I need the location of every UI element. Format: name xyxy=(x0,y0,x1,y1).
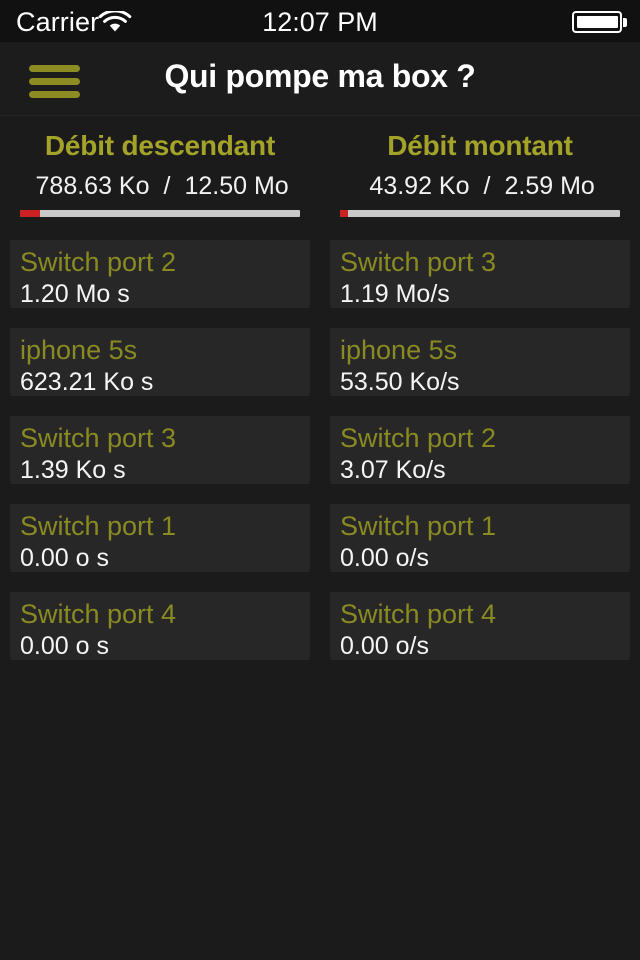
stats-summary: Débit descendant 788.63 Ko / 12.50 Mo Dé… xyxy=(0,116,640,217)
battery-fill xyxy=(577,16,618,28)
device-name: Switch port 4 xyxy=(340,599,497,629)
download-progress-fill xyxy=(20,210,40,217)
device-rate: 1.39 Ko s xyxy=(20,456,126,484)
app-root: Carrier 12:07 PM Qui pompe ma box ? Débi… xyxy=(0,0,640,960)
upload-values: 43.92 Ko / 2.59 Mo xyxy=(320,172,640,201)
upload-device-list: Switch port 3 1.19 Mo/s iphone 5s 53.50 Ko/… xyxy=(320,240,640,680)
status-bar: Carrier 12:07 PM xyxy=(0,0,640,42)
device-card[interactable]: Switch port 3 1.19 Mo/s xyxy=(330,240,630,308)
device-rate: 623.21 Ko s xyxy=(20,368,154,396)
battery-cap xyxy=(623,18,627,27)
device-name: Switch port 2 xyxy=(20,247,177,277)
download-progress-bar[interactable] xyxy=(20,210,300,217)
navigation-bar: Qui pompe ma box ? xyxy=(0,42,640,116)
device-rate: 0.00 o/s xyxy=(340,544,429,572)
device-name: iphone 5s xyxy=(20,335,138,365)
upload-progress-bar[interactable] xyxy=(340,210,620,217)
device-card[interactable]: Switch port 1 0.00 o s xyxy=(10,504,310,572)
device-card[interactable]: iphone 5s 53.50 Ko/s xyxy=(330,328,630,396)
device-rate: 3.07 Ko/s xyxy=(340,456,446,484)
battery-full-icon xyxy=(572,11,627,33)
battery-body xyxy=(572,11,622,33)
upload-total-value: 2.59 Mo xyxy=(504,172,595,200)
device-rate: 0.00 o/s xyxy=(340,632,429,660)
device-card[interactable]: Switch port 2 1.20 Mo s xyxy=(10,240,310,308)
download-separator: / xyxy=(163,172,171,200)
device-rate: 1.20 Mo s xyxy=(20,280,130,308)
device-rate: 0.00 o s xyxy=(20,544,109,572)
device-name: Switch port 2 xyxy=(340,423,497,453)
upload-separator: / xyxy=(483,172,491,200)
download-current-value: 788.63 Ko xyxy=(35,172,150,200)
page-title: Qui pompe ma box ? xyxy=(164,58,476,94)
device-name: Switch port 1 xyxy=(20,511,177,541)
upload-progress-fill xyxy=(340,210,349,217)
device-card[interactable]: iphone 5s 623.21 Ko s xyxy=(10,328,310,396)
upload-stats: Débit montant 43.92 Ko / 2.59 Mo xyxy=(320,130,640,217)
download-values: 788.63 Ko / 12.50 Mo xyxy=(0,172,320,201)
download-device-list: Switch port 2 1.20 Mo s iphone 5s 623.21 Ko… xyxy=(0,240,320,680)
upload-title: Débit montant xyxy=(387,130,573,161)
device-name: iphone 5s xyxy=(340,335,458,365)
device-lists: Switch port 2 1.20 Mo s iphone 5s 623.21 Ko… xyxy=(0,217,640,680)
clock-label: 12:07 PM xyxy=(262,7,378,37)
device-name: Switch port 3 xyxy=(340,247,497,277)
device-card[interactable]: Switch port 3 1.39 Ko s xyxy=(10,416,310,484)
device-card[interactable]: Switch port 4 0.00 o/s xyxy=(330,592,630,660)
device-rate: 53.50 Ko/s xyxy=(340,368,460,396)
device-card[interactable]: Switch port 4 0.00 o s xyxy=(10,592,310,660)
upload-current-value: 43.92 Ko xyxy=(369,172,470,200)
device-name: Switch port 4 xyxy=(20,599,177,629)
download-stats: Débit descendant 788.63 Ko / 12.50 Mo xyxy=(0,130,320,217)
download-title: Débit descendant xyxy=(44,130,276,161)
device-rate: 0.00 o s xyxy=(20,632,109,660)
device-name: Switch port 1 xyxy=(340,511,497,541)
device-rate: 1.19 Mo/s xyxy=(340,280,450,308)
device-card[interactable]: Switch port 1 0.00 o/s xyxy=(330,504,630,572)
device-card[interactable]: Switch port 2 3.07 Ko/s xyxy=(330,416,630,484)
device-name: Switch port 3 xyxy=(20,423,177,453)
download-total-value: 12.50 Mo xyxy=(184,172,289,200)
